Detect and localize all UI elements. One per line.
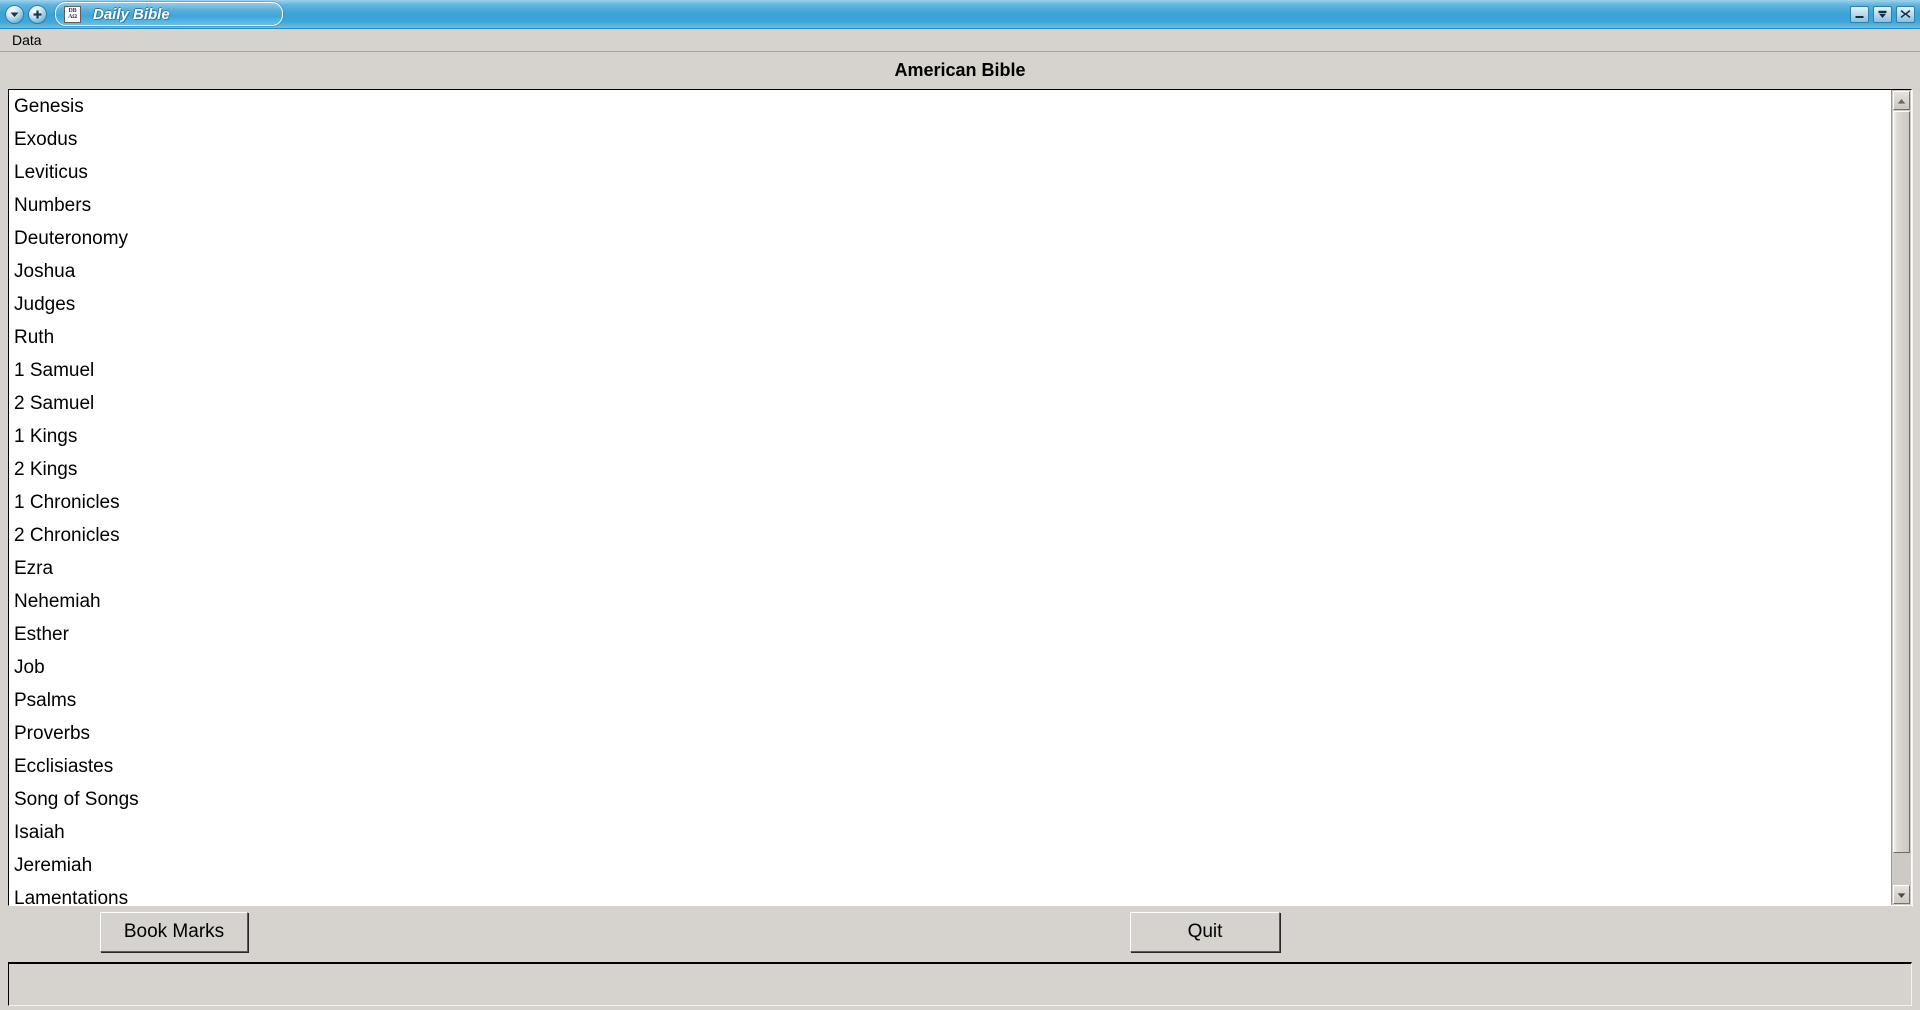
list-item[interactable]: Joshua [9, 255, 1891, 288]
scrollbar-up-button[interactable] [1893, 91, 1910, 110]
menubar: Data [0, 29, 1920, 52]
list-item[interactable]: Leviticus [9, 156, 1891, 189]
list-item[interactable]: Ezra [9, 552, 1891, 585]
maximize-button[interactable] [1873, 5, 1892, 23]
application-window: DB AΩ Daily Bible Data American Bible Ge… [0, 0, 1920, 1010]
maximize-down-icon [1877, 10, 1888, 19]
booklist-panel: Genesis Exodus Leviticus Numbers Deuteronomy… [8, 89, 1912, 906]
page-title: American Bible [894, 60, 1026, 80]
list-item[interactable]: 2 Samuel [9, 387, 1891, 420]
list-item[interactable]: 1 Samuel [9, 354, 1891, 387]
list-item[interactable]: Jeremiah [9, 849, 1891, 882]
list-item[interactable]: Song of Songs [9, 783, 1891, 816]
list-item[interactable]: 2 Kings [9, 453, 1891, 486]
scrollbar-thumb[interactable] [1893, 111, 1910, 854]
list-item[interactable]: Deuteronomy [9, 222, 1891, 255]
list-item[interactable]: Esther [9, 618, 1891, 651]
list-item[interactable]: 2 Chronicles [9, 519, 1891, 552]
minimize-icon [1854, 10, 1865, 19]
window-shade-plus-button[interactable] [28, 4, 47, 24]
titlebar-right-controls [1850, 0, 1915, 28]
list-item[interactable]: Genesis [9, 90, 1891, 123]
scroll-up-icon [1897, 92, 1906, 110]
close-icon [1900, 9, 1911, 19]
list-item[interactable]: Exodus [9, 123, 1891, 156]
book-marks-button[interactable]: Book Marks [100, 912, 248, 952]
list-item[interactable]: Isaiah [9, 816, 1891, 849]
list-item[interactable]: Numbers [9, 189, 1891, 222]
page-header: American Bible [0, 52, 1920, 89]
titlebar-title-pill[interactable]: DB AΩ Daily Bible [55, 2, 283, 26]
booklist-scrollbar[interactable] [1891, 90, 1911, 905]
content-area: Genesis Exodus Leviticus Numbers Deuteronomy… [0, 89, 1920, 962]
scroll-down-icon [1897, 886, 1906, 904]
list-item[interactable]: Ruth [9, 321, 1891, 354]
list-item[interactable]: Judges [9, 288, 1891, 321]
list-item[interactable]: Lamentations [9, 882, 1891, 905]
close-button[interactable] [1896, 5, 1915, 23]
window-title: Daily Bible [93, 5, 170, 23]
status-text [9, 964, 1911, 972]
scrollbar-track[interactable] [1893, 111, 1910, 884]
list-item[interactable]: Proverbs [9, 717, 1891, 750]
booklist[interactable]: Genesis Exodus Leviticus Numbers Deuteronomy… [9, 90, 1891, 905]
list-item[interactable]: Nehemiah [9, 585, 1891, 618]
plus-icon [33, 10, 42, 19]
minimize-button[interactable] [1850, 5, 1869, 23]
list-item[interactable]: Psalms [9, 684, 1891, 717]
scrollbar-down-button[interactable] [1893, 885, 1910, 904]
menu-item-data[interactable]: Data [0, 30, 49, 51]
titlebar-left-controls [0, 4, 47, 24]
list-item[interactable]: Job [9, 651, 1891, 684]
titlebar: DB AΩ Daily Bible [0, 0, 1920, 29]
app-icon: DB AΩ [64, 5, 81, 23]
button-bar: Book Marks Quit [8, 906, 1912, 962]
list-item[interactable]: 1 Kings [9, 420, 1891, 453]
list-item[interactable]: Ecclisiastes [9, 750, 1891, 783]
chevron-down-icon [10, 11, 19, 18]
app-icon-line2: AΩ [68, 14, 77, 20]
list-item[interactable]: 1 Chronicles [9, 486, 1891, 519]
status-bar [8, 962, 1912, 1006]
quit-button[interactable]: Quit [1130, 912, 1280, 952]
window-menu-chevron-button[interactable] [5, 4, 24, 24]
